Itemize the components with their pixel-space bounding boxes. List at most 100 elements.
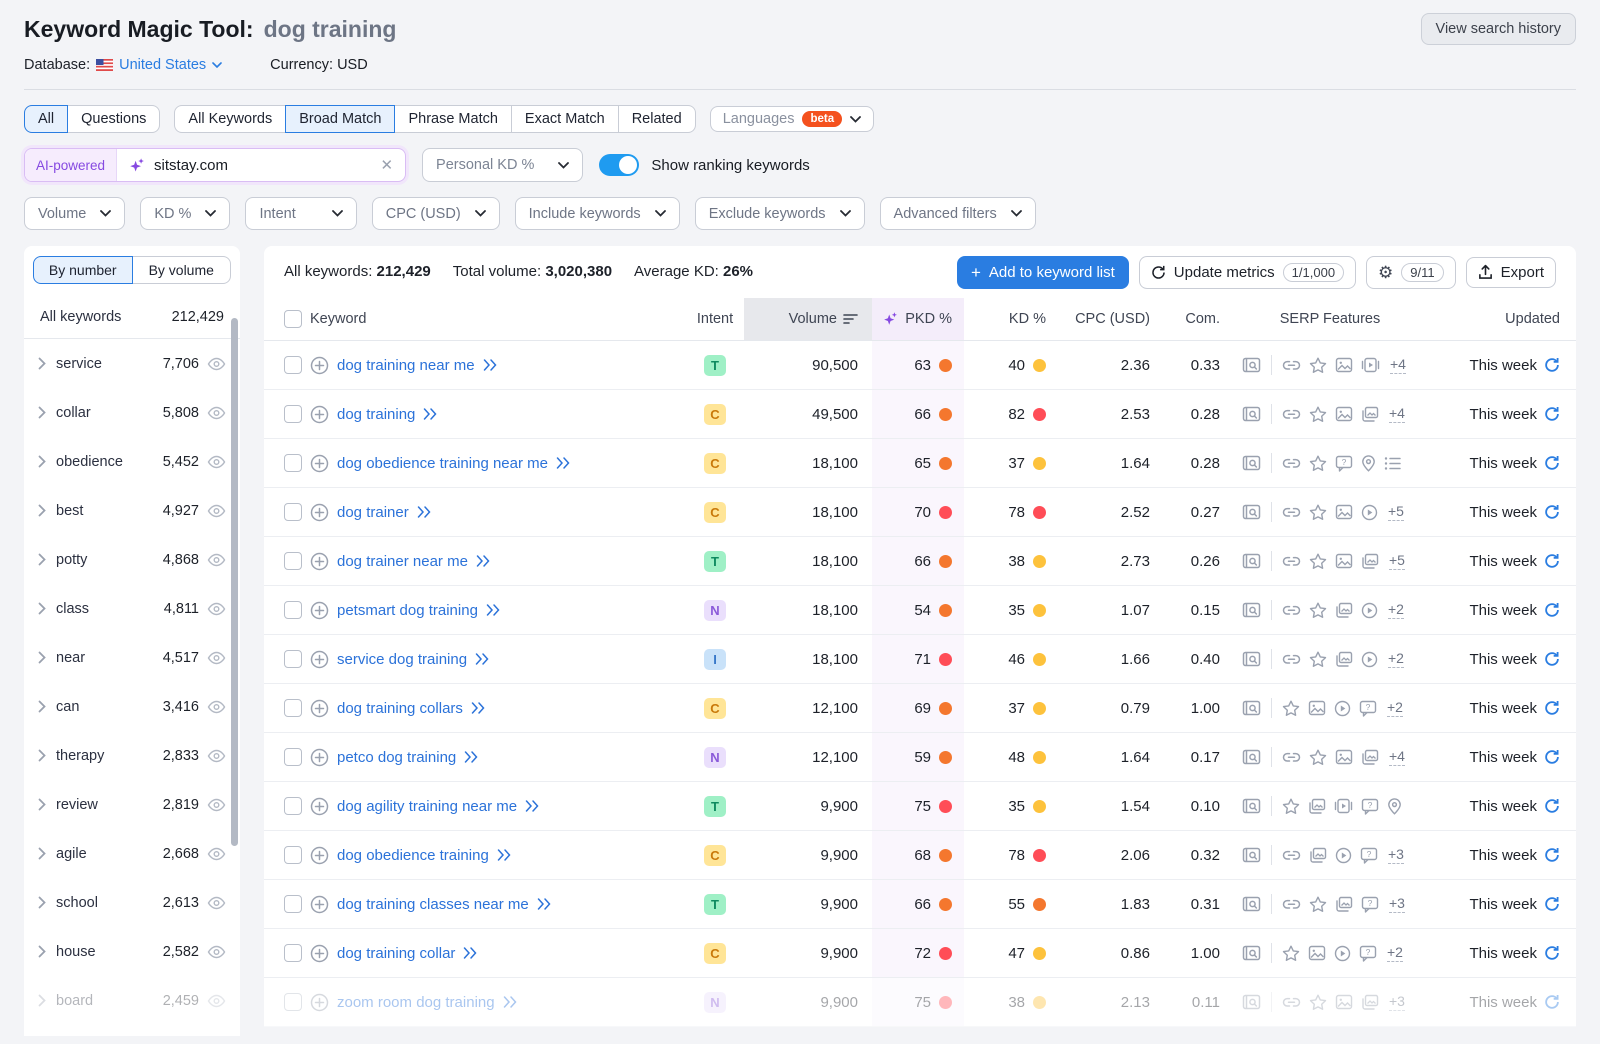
sidebar-group-near[interactable]: near 4,517 [24, 633, 240, 682]
sidebar-group-obedience[interactable]: obedience 5,452 [24, 437, 240, 486]
keyword-link[interactable]: dog training near me [337, 357, 475, 374]
sidebar-group-review[interactable]: review 2,819 [24, 780, 240, 829]
col-kd[interactable]: KD % [964, 298, 1052, 340]
open-keyword-icon[interactable] [475, 653, 490, 665]
open-keyword-icon[interactable] [503, 996, 518, 1008]
domain-input[interactable] [154, 157, 372, 174]
tab-exact-match[interactable]: Exact Match [511, 105, 619, 133]
row-checkbox[interactable] [284, 454, 302, 472]
row-checkbox[interactable] [284, 699, 302, 717]
row-checkbox[interactable] [284, 405, 302, 423]
open-keyword-icon[interactable] [423, 408, 438, 420]
tab-related[interactable]: Related [618, 105, 696, 133]
refresh-row-icon[interactable] [1544, 994, 1560, 1010]
open-keyword-icon[interactable] [417, 506, 432, 518]
serp-more[interactable]: +3 [1388, 846, 1404, 864]
serp-more[interactable]: +2 [1388, 601, 1404, 619]
row-checkbox[interactable] [284, 797, 302, 815]
serp-more[interactable]: +2 [1388, 650, 1404, 668]
keyword-link[interactable]: dog agility training near me [337, 798, 517, 815]
keyword-link[interactable]: dog training collars [337, 700, 463, 717]
tab-phrase-match[interactable]: Phrase Match [394, 105, 511, 133]
tab-all[interactable]: All [24, 105, 68, 133]
serp-more[interactable]: +2 [1387, 944, 1403, 962]
sidebar-group-house[interactable]: house 2,582 [24, 927, 240, 976]
row-checkbox[interactable] [284, 503, 302, 521]
eye-icon[interactable] [207, 357, 226, 371]
row-checkbox[interactable] [284, 356, 302, 374]
keyword-link[interactable]: dog obedience training [337, 847, 489, 864]
tab-all-keywords[interactable]: All Keywords [174, 105, 286, 133]
select-all-checkbox[interactable] [284, 310, 302, 328]
row-checkbox[interactable] [284, 552, 302, 570]
refresh-row-icon[interactable] [1544, 651, 1560, 667]
keyword-link[interactable]: zoom room dog training [337, 994, 495, 1011]
eye-icon[interactable] [207, 406, 226, 420]
serp-more[interactable]: +3 [1389, 895, 1405, 913]
refresh-row-icon[interactable] [1544, 798, 1560, 814]
eye-icon[interactable] [207, 700, 226, 714]
clear-input-icon[interactable]: ✕ [380, 156, 393, 174]
sidebar-tab-by-number[interactable]: By number [33, 256, 133, 284]
col-volume[interactable]: Volume [744, 298, 872, 340]
open-keyword-icon[interactable] [556, 457, 571, 469]
filter-kd[interactable]: KD % [140, 197, 230, 230]
keyword-link[interactable]: petco dog training [337, 749, 456, 766]
export-button[interactable]: Export [1466, 257, 1556, 288]
keyword-link[interactable]: dog trainer [337, 504, 409, 521]
sidebar-group-school[interactable]: school 2,613 [24, 878, 240, 927]
refresh-row-icon[interactable] [1544, 357, 1560, 373]
row-checkbox[interactable] [284, 944, 302, 962]
eye-icon[interactable] [207, 945, 226, 959]
eye-icon[interactable] [207, 455, 226, 469]
open-keyword-icon[interactable] [476, 555, 491, 567]
sidebar-group-agile[interactable]: agile 2,668 [24, 829, 240, 878]
row-checkbox[interactable] [284, 601, 302, 619]
serp-more[interactable]: +4 [1389, 405, 1405, 423]
personal-kd-dropdown[interactable]: Personal KD % [422, 148, 583, 182]
sidebar-group-class[interactable]: class 4,811 [24, 584, 240, 633]
tab-broad-match[interactable]: Broad Match [285, 105, 395, 133]
keyword-link[interactable]: petsmart dog training [337, 602, 478, 619]
tab-questions[interactable]: Questions [67, 105, 160, 133]
open-keyword-icon[interactable] [464, 751, 479, 763]
col-com[interactable]: Com. [1154, 298, 1222, 340]
columns-settings-button[interactable]: ⚙ 9/11 [1366, 256, 1456, 289]
add-to-keyword-list-button[interactable]: + Add to keyword list [957, 256, 1129, 289]
eye-icon[interactable] [207, 994, 226, 1008]
serp-more[interactable]: +5 [1388, 503, 1404, 521]
row-checkbox[interactable] [284, 895, 302, 913]
refresh-row-icon[interactable] [1544, 847, 1560, 863]
keyword-link[interactable]: dog obedience training near me [337, 455, 548, 472]
open-keyword-icon[interactable] [463, 947, 478, 959]
sidebar-group-can[interactable]: can 3,416 [24, 682, 240, 731]
refresh-row-icon[interactable] [1544, 406, 1560, 422]
eye-icon[interactable] [207, 553, 226, 567]
eye-icon[interactable] [207, 504, 226, 518]
filter-exclude-keywords[interactable]: Exclude keywords [695, 197, 865, 230]
keyword-link[interactable]: dog training [337, 406, 415, 423]
row-checkbox[interactable] [284, 650, 302, 668]
sidebar-group-service[interactable]: service 7,706 [24, 339, 240, 388]
sidebar-group-collar[interactable]: collar 5,808 [24, 388, 240, 437]
open-keyword-icon[interactable] [486, 604, 501, 616]
serp-more[interactable]: +3 [1389, 993, 1405, 1011]
serp-more[interactable]: +4 [1389, 748, 1405, 766]
keyword-link[interactable]: service dog training [337, 651, 467, 668]
open-keyword-icon[interactable] [497, 849, 512, 861]
refresh-row-icon[interactable] [1544, 749, 1560, 765]
sidebar-group-therapy[interactable]: therapy 2,833 [24, 731, 240, 780]
refresh-row-icon[interactable] [1544, 945, 1560, 961]
sidebar-scrollbar[interactable] [231, 318, 238, 846]
col-cpc[interactable]: CPC (USD) [1052, 298, 1154, 340]
update-metrics-button[interactable]: Update metrics 1/1,000 [1139, 256, 1356, 289]
refresh-row-icon[interactable] [1544, 455, 1560, 471]
eye-icon[interactable] [207, 847, 226, 861]
filter-include-keywords[interactable]: Include keywords [515, 197, 680, 230]
serp-more[interactable]: +2 [1387, 699, 1403, 717]
sidebar-tab-by-volume[interactable]: By volume [132, 256, 232, 284]
refresh-row-icon[interactable] [1544, 602, 1560, 618]
serp-more[interactable]: +5 [1389, 552, 1405, 570]
keyword-link[interactable]: dog training collar [337, 945, 455, 962]
filter-cpc-usd[interactable]: CPC (USD) [372, 197, 500, 230]
